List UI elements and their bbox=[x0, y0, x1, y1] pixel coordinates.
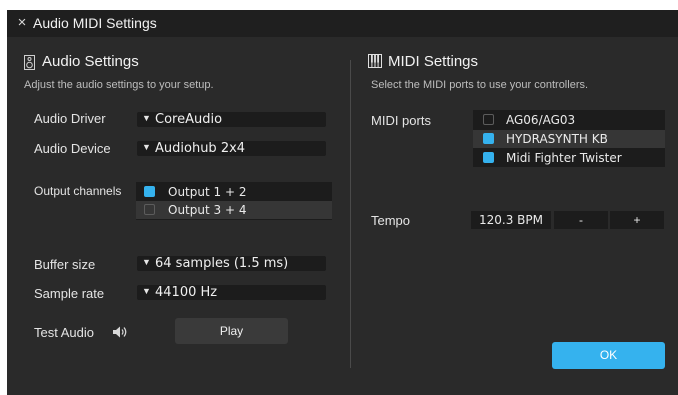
caret-down-icon: ▼ bbox=[142, 286, 151, 296]
list-item[interactable]: Output 1 + 2 bbox=[136, 183, 332, 201]
caret-down-icon: ▼ bbox=[142, 257, 151, 267]
list-item[interactable]: Midi Fighter Twister bbox=[473, 149, 665, 167]
output-channels-label: Output channels bbox=[34, 184, 122, 198]
checkbox-output-1-2[interactable] bbox=[144, 186, 155, 197]
checkbox-midi-port[interactable] bbox=[483, 152, 494, 163]
midi-settings-subtitle: Select the MIDI ports to use your contro… bbox=[371, 79, 589, 91]
checkbox-output-3-4[interactable] bbox=[144, 204, 155, 215]
audio-driver-dropdown[interactable]: ▼ CoreAudio bbox=[137, 112, 326, 127]
audio-device-label: Audio Device bbox=[34, 141, 111, 156]
list-item[interactable]: AG06/AG03 bbox=[473, 111, 665, 129]
audio-device-value: Audiohub 2x4 bbox=[155, 141, 246, 156]
buffer-size-label: Buffer size bbox=[34, 257, 96, 272]
midi-ports-label: MIDI ports bbox=[371, 113, 431, 128]
midi-settings-heading: MIDI Settings bbox=[388, 53, 479, 70]
midi-ports-list: AG06/AG03 HYDRASYNTH KB Midi Fighter Twi… bbox=[473, 110, 665, 167]
ok-button[interactable]: OK bbox=[552, 342, 665, 369]
volume-icon bbox=[112, 325, 128, 339]
caret-down-icon: ▼ bbox=[142, 113, 151, 123]
piano-keys-icon bbox=[368, 54, 382, 68]
title-bar: × Audio MIDI Settings bbox=[7, 10, 678, 37]
output-label: Output 3 + 4 bbox=[168, 203, 247, 217]
audio-midi-settings-window: × Audio MIDI Settings Audio Settings Adj… bbox=[7, 10, 678, 395]
list-item[interactable]: HYDRASYNTH KB bbox=[473, 130, 665, 148]
sample-rate-label: Sample rate bbox=[34, 286, 105, 301]
sample-rate-value: 44100 Hz bbox=[155, 285, 218, 300]
speaker-icon bbox=[24, 55, 35, 70]
window-title: Audio MIDI Settings bbox=[33, 15, 157, 31]
buffer-size-dropdown[interactable]: ▼ 64 samples (1.5 ms) bbox=[137, 256, 326, 271]
checkbox-midi-port[interactable] bbox=[483, 114, 494, 125]
audio-settings-heading: Audio Settings bbox=[42, 53, 139, 70]
test-audio-label: Test Audio bbox=[34, 325, 94, 340]
tempo-value-field[interactable]: 120.3 BPM bbox=[471, 211, 551, 229]
buffer-size-value: 64 samples (1.5 ms) bbox=[155, 256, 289, 271]
output-channels-list: Output 1 + 2 Output 3 + 4 bbox=[136, 182, 332, 220]
tempo-decrease-button[interactable]: - bbox=[554, 211, 608, 229]
list-item[interactable]: Output 3 + 4 bbox=[136, 201, 332, 219]
checkbox-midi-port[interactable] bbox=[483, 133, 494, 144]
audio-settings-subtitle: Adjust the audio settings to your setup. bbox=[24, 79, 214, 91]
midi-port-label: Midi Fighter Twister bbox=[506, 151, 622, 165]
audio-device-dropdown[interactable]: ▼ Audiohub 2x4 bbox=[137, 141, 326, 156]
output-label: Output 1 + 2 bbox=[168, 185, 247, 199]
play-button[interactable]: Play bbox=[175, 318, 288, 344]
audio-driver-label: Audio Driver bbox=[34, 111, 106, 126]
tempo-label: Tempo bbox=[371, 213, 411, 228]
close-icon[interactable]: × bbox=[16, 13, 28, 33]
tempo-increase-button[interactable]: + bbox=[610, 211, 664, 229]
midi-port-label: AG06/AG03 bbox=[506, 113, 576, 127]
section-divider bbox=[350, 60, 351, 368]
sample-rate-dropdown[interactable]: ▼ 44100 Hz bbox=[137, 285, 326, 300]
caret-down-icon: ▼ bbox=[142, 142, 151, 152]
audio-driver-value: CoreAudio bbox=[155, 112, 223, 127]
midi-port-label: HYDRASYNTH KB bbox=[506, 132, 608, 146]
